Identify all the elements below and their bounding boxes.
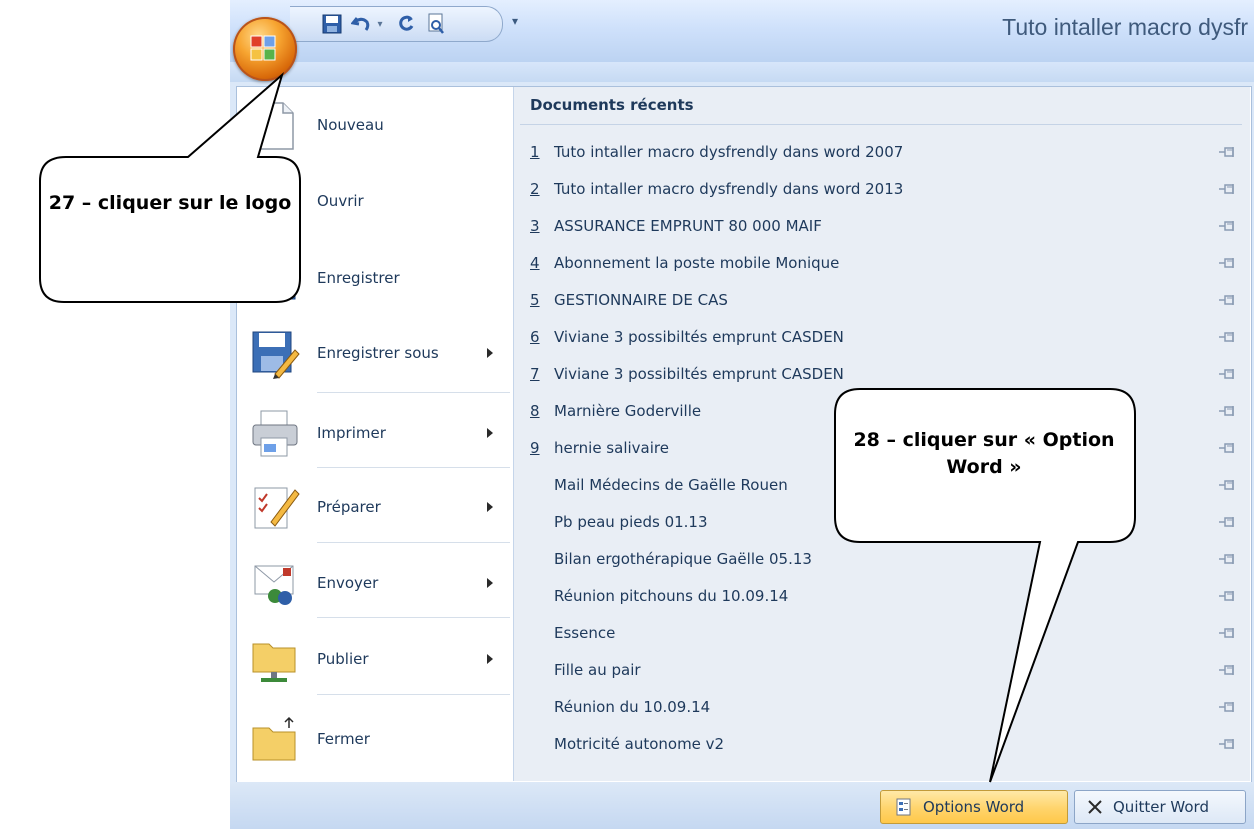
- callout-28-text: 28 – cliquer sur « Option Word »: [853, 429, 1115, 478]
- callout-27-text: 27 – cliquer sur le logo: [48, 192, 292, 214]
- callout-overlay: [39, 71, 1136, 783]
- callout-27-bubble: [39, 71, 301, 303]
